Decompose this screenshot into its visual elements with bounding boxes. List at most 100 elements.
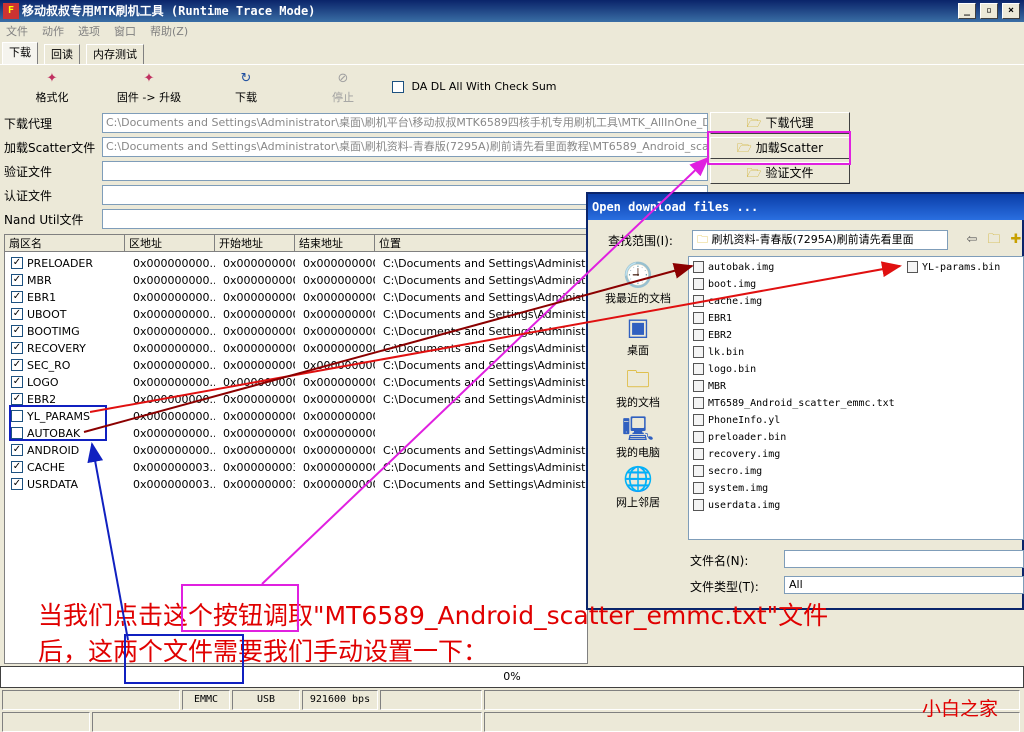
table-row[interactable]: ✓ EBR1 0x000000000... 0x000000000... 0x00000… <box>5 289 587 306</box>
back-icon[interactable]: ⇦ <box>962 230 982 250</box>
tab-download[interactable]: 下载 <box>2 42 38 64</box>
file-list: autobak.img boot.img cache.img EBR1 EBR2 lk.b… <box>688 256 1024 540</box>
menu-file[interactable]: 文件 <box>6 22 28 42</box>
col-name[interactable]: 扇区名 <box>5 235 125 252</box>
table-row[interactable]: ✓ SEC_RO 0x000000000... 0x000000000... 0x000… <box>5 357 587 374</box>
my-computer-icon: 🖳 <box>622 415 655 443</box>
checksum-option[interactable]: DA DL All With Check Sum <box>392 80 557 93</box>
cell-region: 0x000000000... <box>133 376 215 389</box>
filetype-select[interactable]: All <box>784 576 1024 594</box>
partition-checkbox[interactable]: ✓ <box>11 291 23 303</box>
cell-loc: C:\Documents and Settings\Administrator\ <box>383 308 587 321</box>
table-row[interactable]: ✓ ANDROID 0x000000000... 0x000000000... 0x00… <box>5 442 587 459</box>
table-row[interactable]: ✓ RECOVERY 0x000000000... 0x000000000... 0x0… <box>5 340 587 357</box>
file-item[interactable]: EBR2 <box>693 329 732 341</box>
cell-loc: C:\Documents and Settings\Administrator\ <box>383 342 587 355</box>
col-location[interactable]: 位置 <box>375 235 587 252</box>
partition-checkbox[interactable]: ✓ <box>11 359 23 371</box>
file-item[interactable]: secro.img <box>693 465 762 477</box>
file-item[interactable]: MT6589_Android_scatter_emmc.txt <box>693 397 895 409</box>
folder-open-icon: 🗁 <box>746 116 762 130</box>
maximize-button[interactable]: ▫ <box>980 3 998 19</box>
close-button[interactable]: × <box>1002 3 1020 19</box>
checksum-checkbox[interactable] <box>392 81 404 93</box>
cell-loc: C:\Documents and Settings\Administrator\ <box>383 274 587 287</box>
cell-loc: C:\Documents and Settings\Administrator\ <box>383 444 587 457</box>
tab-readback[interactable]: 回读 <box>44 44 80 64</box>
status-storage: EMMC <box>182 690 230 710</box>
cell-start: 0x000000000... <box>223 342 295 355</box>
col-end[interactable]: 结束地址 <box>295 235 375 252</box>
table-row[interactable]: ✓ USRDATA 0x000000003... 0x000000003... 0x00… <box>5 476 587 493</box>
download-agent-input[interactable]: C:\Documents and Settings\Administrator\… <box>102 113 708 133</box>
place-my-computer[interactable]: 🖳 我的电脑 <box>592 414 684 460</box>
cell-region: 0x000000000... <box>133 291 215 304</box>
file-item[interactable]: boot.img <box>693 278 756 290</box>
cell-start: 0x000000003... <box>223 478 295 491</box>
file-item[interactable]: lk.bin <box>693 346 744 358</box>
cell-name: RECOVERY <box>27 342 86 355</box>
file-item[interactable]: MBR <box>693 380 726 392</box>
folder-open-icon: 🗁 <box>746 166 762 180</box>
file-item[interactable]: PhoneInfo.yl <box>693 414 780 426</box>
format-button[interactable]: ✦ 格式化 <box>30 71 74 105</box>
file-item[interactable]: logo.bin <box>693 363 756 375</box>
file-icon <box>693 261 704 273</box>
place-desktop[interactable]: ▣ 桌面 <box>592 312 684 358</box>
cell-region: 0x000000000... <box>133 308 215 321</box>
place-network[interactable]: 🌐 网上邻居 <box>592 464 684 510</box>
new-folder-icon[interactable]: ✚ <box>1006 230 1024 250</box>
partition-checkbox[interactable]: ✓ <box>11 257 23 269</box>
cell-region: 0x000000003... <box>133 478 215 491</box>
col-start[interactable]: 开始地址 <box>215 235 295 252</box>
partition-checkbox[interactable]: ✓ <box>11 478 23 490</box>
partition-checkbox[interactable]: ✓ <box>11 461 23 473</box>
file-item[interactable]: YL-params.bin <box>907 261 1000 273</box>
verify-file-button[interactable]: 🗁 验证文件 <box>710 162 850 184</box>
table-row[interactable]: ✓ CACHE 0x000000003... 0x000000003... 0x0000… <box>5 459 587 476</box>
cell-end: 0x000000000... <box>303 308 375 321</box>
verify-input[interactable] <box>102 161 708 181</box>
minimize-button[interactable]: _ <box>958 3 976 19</box>
tab-memory-test[interactable]: 内存测试 <box>86 44 144 64</box>
menu-window[interactable]: 窗口 <box>114 22 136 42</box>
file-icon <box>693 414 704 426</box>
menu-help[interactable]: 帮助(Z) <box>150 22 188 42</box>
table-row[interactable]: ✓ PRELOADER 0x000000000... 0x000000000... 0x… <box>5 255 587 272</box>
menu-action[interactable]: 动作 <box>42 22 64 42</box>
place-my-documents[interactable]: 🗀 我的文档 <box>592 364 684 410</box>
place-recent[interactable]: 🕘 我最近的文档 <box>592 260 684 306</box>
cell-end: 0x000000000... <box>303 427 375 440</box>
scatter-input[interactable]: C:\Documents and Settings\Administrator\… <box>102 137 708 157</box>
col-region[interactable]: 区地址 <box>125 235 215 252</box>
file-item[interactable]: preloader.bin <box>693 431 786 443</box>
upgrade-button[interactable]: ✦ 固件 -> 升级 <box>112 71 186 105</box>
file-icon <box>693 482 704 494</box>
cell-name: LOGO <box>27 376 59 389</box>
partition-checkbox[interactable]: ✓ <box>11 274 23 286</box>
file-item[interactable]: cache.img <box>693 295 762 307</box>
look-in-select[interactable]: 🗀 刷机资料-青春版(7295A)刷前请先看里面 <box>692 230 948 250</box>
filename-input[interactable] <box>784 550 1024 568</box>
file-item[interactable]: recovery.img <box>693 448 780 460</box>
table-row[interactable]: ✓ MBR 0x000000000... 0x000000000... 0x000000… <box>5 272 587 289</box>
table-row[interactable]: ✓ UBOOT 0x000000000... 0x000000000... 0x0000… <box>5 306 587 323</box>
table-row[interactable]: ✓ BOOTIMG 0x000000000... 0x000000000... 0x00… <box>5 323 587 340</box>
cell-name: CACHE <box>27 461 65 474</box>
partition-checkbox[interactable]: ✓ <box>11 325 23 337</box>
download-button[interactable]: ↻ 下载 <box>228 71 264 105</box>
partition-checkbox[interactable]: ✓ <box>11 342 23 354</box>
up-folder-icon[interactable]: 🗀 <box>984 230 1004 250</box>
file-item[interactable]: userdata.img <box>693 499 780 511</box>
file-item[interactable]: EBR1 <box>693 312 732 324</box>
partition-checkbox[interactable]: ✓ <box>11 308 23 320</box>
partition-checkbox[interactable]: ✓ <box>11 376 23 388</box>
table-row[interactable]: ✓ LOGO 0x000000000... 0x000000000... 0x00000… <box>5 374 587 391</box>
partition-checkbox[interactable]: ✓ <box>11 393 23 405</box>
stop-button[interactable]: ⊘ 停止 <box>326 71 360 105</box>
cell-name: MBR <box>27 274 52 287</box>
partition-checkbox[interactable]: ✓ <box>11 444 23 456</box>
file-item[interactable]: system.img <box>693 482 768 494</box>
file-item[interactable]: autobak.img <box>693 261 774 273</box>
menu-options[interactable]: 选项 <box>78 22 100 42</box>
